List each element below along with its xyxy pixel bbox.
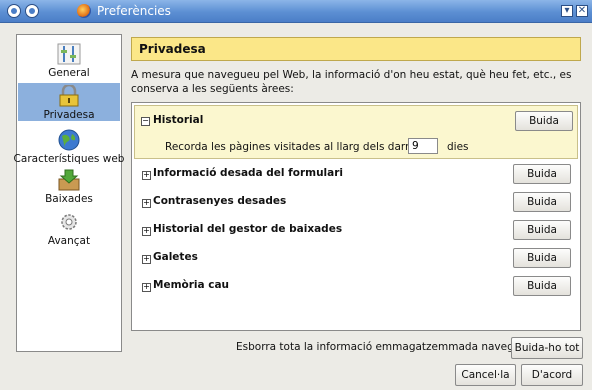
- page-title-text: Privadesa: [139, 42, 206, 56]
- expand-icon[interactable]: +: [142, 227, 151, 236]
- sidebar-item-downloads[interactable]: Baixades: [18, 167, 120, 205]
- minimize-icon[interactable]: ▾: [561, 5, 573, 17]
- section-label: Galetes: [153, 251, 198, 263]
- history-days-unit: dies: [447, 141, 469, 153]
- titlebar: Preferències ▾ ✕: [0, 0, 592, 23]
- sidebar-item-advanced[interactable]: Avançat: [18, 209, 120, 247]
- window-shade-button[interactable]: [25, 4, 39, 18]
- section-label: Memòria cau: [153, 279, 230, 291]
- firefox-icon: [77, 4, 91, 18]
- expand-icon[interactable]: +: [142, 283, 151, 292]
- clear-cookies-button[interactable]: Buida: [513, 248, 571, 268]
- section-label: Informació desada del formulari: [153, 167, 344, 179]
- collapse-icon[interactable]: −: [141, 117, 150, 126]
- sidebar-item-label: Característiques web: [13, 153, 125, 165]
- history-days-label: Recorda les pàgines visitades al llarg d…: [165, 141, 426, 153]
- expand-icon[interactable]: +: [142, 199, 151, 208]
- expand-icon[interactable]: +: [142, 255, 151, 264]
- privacy-description: A mesura que navegueu pel Web, la inform…: [131, 69, 572, 95]
- general-sliders-icon: [57, 43, 81, 65]
- download-box-icon: [58, 169, 80, 191]
- clear-cache-button[interactable]: Buida: [513, 276, 571, 296]
- history-days-input[interactable]: [408, 138, 438, 154]
- clear-passwords-button[interactable]: Buida: [513, 192, 571, 212]
- ok-button[interactable]: D'acord: [521, 364, 583, 386]
- sidebar-item-general[interactable]: General: [18, 41, 120, 79]
- category-sidebar: General Privadesa Característiques web B…: [14, 34, 124, 352]
- gear-icon: [61, 214, 77, 230]
- preferences-window: Preferències ▾ ✕ General Privadesa Carac…: [0, 0, 592, 390]
- clear-all-label: Esborra tota la informació emmagatzemmad…: [236, 341, 535, 353]
- padlock-icon: [59, 85, 79, 107]
- window-title: Preferències: [97, 4, 171, 18]
- privacy-items-panel: − Historial Buida Recorda les pàgines vi…: [131, 102, 581, 331]
- clear-download-history-button[interactable]: Buida: [513, 220, 571, 240]
- section-label: Historial del gestor de baixades: [153, 223, 343, 235]
- section-label: Contrasenyes desades: [153, 195, 287, 207]
- clear-all-button[interactable]: Buida-ho tot: [511, 337, 583, 359]
- sidebar-item-label: Baixades: [45, 193, 93, 205]
- page-title: Privadesa: [131, 37, 581, 61]
- sidebar-item-label: Avançat: [47, 235, 91, 247]
- section-label: Historial: [153, 114, 204, 126]
- close-icon[interactable]: ✕: [576, 5, 588, 17]
- history-section: − Historial Buida Recorda les pàgines vi…: [134, 105, 578, 159]
- globe-icon: [58, 129, 80, 151]
- clear-form-data-button[interactable]: Buida: [513, 164, 571, 184]
- window-menu-button[interactable]: [7, 4, 21, 18]
- clear-history-button[interactable]: Buida: [515, 111, 573, 131]
- sidebar-item-web-features[interactable]: Característiques web: [14, 127, 124, 165]
- sidebar-item-label: General: [48, 67, 90, 79]
- sidebar-item-privacy[interactable]: Privadesa: [18, 83, 120, 121]
- cancel-button[interactable]: Cancel·la: [455, 364, 516, 386]
- sidebar-item-label: Privadesa: [43, 109, 95, 121]
- expand-icon[interactable]: +: [142, 171, 151, 180]
